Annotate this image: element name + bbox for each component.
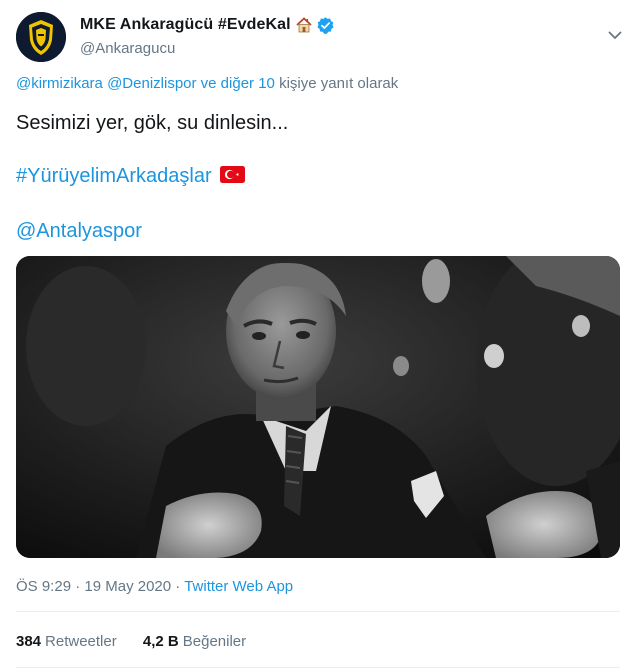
house-icon [295,16,313,34]
retweets-stat[interactable]: 384 Retweetler [16,633,117,650]
display-name[interactable]: MKE Ankaragücü #EvdeKal [80,15,291,35]
tweet-meta: ÖS 9:29 · 19 May 2020 · Twitter Web App [16,578,293,595]
handle[interactable]: @Ankaragucu [80,39,335,59]
author-names: MKE Ankaragücü #EvdeKal @Ankaragucu [80,15,335,59]
tweet-card: MKE Ankaragücü #EvdeKal @Ankaragucu @kir… [0,0,635,672]
chevron-down-icon[interactable] [606,26,624,44]
verified-icon [316,16,335,35]
reply-context: @kirmizikara @Denizlispor ve diğer 10 ki… [16,75,398,92]
hashtag-row: #YürüyelimArkadaşlar [16,163,245,189]
reply-others-link[interactable]: ve diğer 10 [201,75,275,92]
portrait-photo-image [16,256,620,558]
turkey-flag-icon [219,164,245,183]
tweet-date[interactable]: 19 May 2020 [84,578,171,595]
divider [16,667,620,668]
tweet-header: MKE Ankaragücü #EvdeKal @Ankaragucu [16,12,628,62]
club-logo-icon [16,12,66,62]
retweets-count: 384 [16,633,42,650]
tweet-stats: 384 Retweetler 4,2 B Beğeniler [16,633,268,650]
divider [16,611,620,612]
retweets-label: Retweetler [45,633,117,650]
tweet-photo[interactable] [16,256,620,558]
reply-mention-link[interactable]: @kirmizikara [16,75,103,92]
reply-suffix: kişiye yanıt olarak [279,75,399,92]
hashtag-link[interactable]: #YürüyelimArkadaşlar [16,165,212,187]
likes-count: 4,2 B [142,633,179,650]
tweet-time[interactable]: ÖS 9:29 [16,578,71,595]
tweet-source-link[interactable]: Twitter Web App [184,578,293,595]
meta-separator: · [175,578,181,595]
display-name-row[interactable]: MKE Ankaragücü #EvdeKal [80,15,335,35]
reply-mention-link[interactable]: @Denizlispor [107,75,196,92]
meta-separator: · [75,578,81,595]
avatar[interactable] [16,12,66,62]
tweet-text: Sesimizi yer, gök, su dinlesin... [16,112,289,134]
mention-link[interactable]: @Antalyaspor [16,218,142,244]
likes-stat[interactable]: 4,2 B Beğeniler [143,633,246,650]
likes-label: Beğeniler [182,633,247,650]
